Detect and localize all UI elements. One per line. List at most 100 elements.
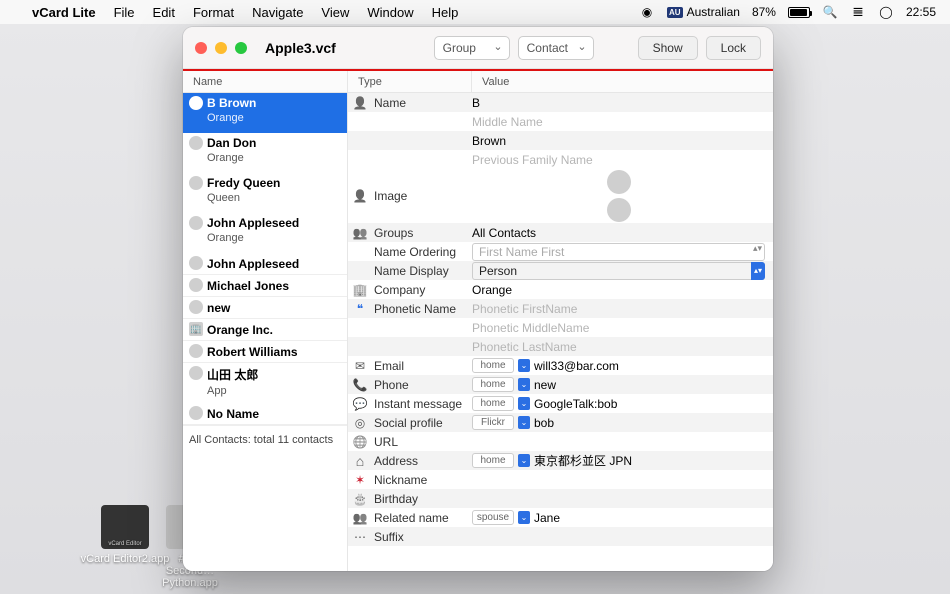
name-ordering-select[interactable]: First Name First▴▾	[472, 243, 765, 261]
value-last-name[interactable]: Brown	[472, 134, 773, 148]
close-button[interactable]	[195, 42, 207, 54]
label-suffix: Suffix	[372, 530, 472, 544]
siri-icon[interactable]: ◯	[878, 4, 894, 20]
label-social: Social profile	[372, 416, 472, 430]
row-birthday: Birthday	[348, 489, 773, 508]
menu-edit[interactable]: Edit	[153, 5, 175, 20]
name-display-select[interactable]: Person▴▾	[472, 262, 765, 280]
value-phone[interactable]: new	[534, 378, 556, 392]
value-first-name[interactable]: B	[472, 96, 773, 110]
address-tag[interactable]: home	[472, 453, 514, 468]
label-groups: Groups	[372, 226, 472, 240]
label-image: Image	[372, 189, 472, 203]
phone-icon	[348, 378, 372, 392]
input-source-label: Australian	[687, 5, 740, 19]
input-flag-icon: AU	[667, 7, 683, 18]
menu-view[interactable]: View	[321, 5, 349, 20]
dropdown-icon[interactable]: ⌄	[518, 397, 530, 410]
value-im[interactable]: GoogleTalk:bob	[534, 397, 617, 411]
people-icon	[348, 511, 372, 525]
birthday-icon	[348, 492, 372, 506]
value-phon-first[interactable]: Phonetic FirstName	[472, 302, 773, 316]
contact-row[interactable]: No Name	[183, 403, 347, 425]
label-url: URL	[372, 435, 472, 449]
titlebar: Apple3.vcf Group Contact Show Lock	[183, 27, 773, 69]
row-related: Related namespouse⌄Jane	[348, 508, 773, 527]
input-source[interactable]: AU Australian	[667, 5, 740, 19]
avatar-icon	[189, 216, 203, 230]
dropdown-icon[interactable]: ⌄	[518, 416, 530, 429]
contact-name: new	[207, 301, 230, 315]
menu-format[interactable]: Format	[193, 5, 234, 20]
clock[interactable]: 22:55	[906, 5, 936, 19]
contact-row[interactable]: Michael Jones	[183, 275, 347, 297]
dropdown-icon[interactable]: ⌄	[518, 378, 530, 391]
control-center-icon[interactable]: 𝌆	[850, 4, 866, 20]
contact-dropdown[interactable]: Contact	[518, 36, 594, 60]
phone-tag[interactable]: home	[472, 377, 514, 392]
zoom-button[interactable]	[235, 42, 247, 54]
menu-navigate[interactable]: Navigate	[252, 5, 303, 20]
contact-row[interactable]: B BrownOrange	[183, 93, 347, 133]
contact-row[interactable]: Dan DonOrange	[183, 133, 347, 173]
contact-row[interactable]: Robert Williams	[183, 341, 347, 363]
header-type[interactable]: Type	[348, 71, 472, 92]
value-image[interactable]	[472, 164, 773, 228]
header-name[interactable]: Name	[183, 71, 348, 92]
row-nickname: Nickname	[348, 470, 773, 489]
app-menu[interactable]: vCard Lite	[32, 5, 96, 20]
minimize-button[interactable]	[215, 42, 227, 54]
dropdown-icon[interactable]: ⌄	[518, 359, 530, 372]
contacts-sidebar: B BrownOrangeDan DonOrangeFredy QueenQue…	[183, 93, 348, 571]
contact-detail: Name B Middle Name Brown Previous Family…	[348, 93, 773, 571]
screen-record-icon[interactable]: ◉	[639, 4, 655, 20]
battery-icon[interactable]	[788, 7, 810, 18]
value-address[interactable]: 東京都杉並区 JPN	[534, 452, 632, 469]
value-phon-mid[interactable]: Phonetic MiddleName	[472, 321, 773, 335]
contact-row[interactable]: John AppleseedOrange	[183, 213, 347, 253]
dropdown-icon[interactable]: ⌄	[518, 454, 530, 467]
contact-name: Fredy Queen	[207, 173, 347, 190]
email-tag[interactable]: home	[472, 358, 514, 373]
value-email[interactable]: will33@bar.com	[534, 359, 619, 373]
contact-row[interactable]: 山田 太郎App	[183, 363, 347, 403]
people-icon	[348, 226, 372, 240]
contact-row[interactable]: new	[183, 297, 347, 319]
contact-row[interactable]: John Appleseed	[183, 253, 347, 275]
row-phon-last: Phonetic LastName	[348, 337, 773, 356]
avatar-icon	[189, 406, 203, 420]
contact-name: Dan Don	[207, 133, 347, 150]
group-dropdown[interactable]: Group	[434, 36, 510, 60]
menu-window[interactable]: Window	[367, 5, 413, 20]
value-related[interactable]: Jane	[534, 511, 560, 525]
im-tag[interactable]: home	[472, 396, 514, 411]
menubar: vCard Lite File Edit Format Navigate Vie…	[0, 0, 950, 24]
social-icon	[348, 416, 372, 430]
value-groups[interactable]: All Contacts	[472, 226, 773, 240]
related-tag[interactable]: spouse	[472, 510, 514, 525]
dropdown-icon[interactable]: ⌄	[518, 511, 530, 524]
contact-row[interactable]: Fredy QueenQueen	[183, 173, 347, 213]
value-phon-last[interactable]: Phonetic LastName	[472, 340, 773, 354]
show-button[interactable]: Show	[638, 36, 698, 60]
social-tag[interactable]: Flickr	[472, 415, 514, 430]
value-name-display[interactable]: Person▴▾	[472, 262, 773, 280]
menu-file[interactable]: File	[114, 5, 135, 20]
value-company[interactable]: Orange	[472, 283, 773, 297]
row-last-name: Brown	[348, 131, 773, 150]
label-name-ordering: Name Ordering	[372, 245, 472, 259]
window-title: Apple3.vcf	[265, 40, 336, 56]
spotlight-icon[interactable]: 🔍	[822, 4, 838, 20]
value-name-ordering[interactable]: First Name First▴▾	[472, 243, 773, 261]
lock-button[interactable]: Lock	[706, 36, 761, 60]
contact-row[interactable]: 🏢Orange Inc.	[183, 319, 347, 341]
value-social[interactable]: bob	[534, 416, 554, 430]
menubar-left: vCard Lite File Edit Format Navigate Vie…	[14, 5, 458, 20]
value-middle-name[interactable]: Middle Name	[472, 115, 773, 129]
building-icon	[348, 283, 372, 297]
contacts-count: All Contacts: total 11 contacts	[183, 425, 347, 454]
header-value[interactable]: Value	[472, 71, 773, 92]
menu-help[interactable]: Help	[432, 5, 459, 20]
label-email: Email	[372, 359, 472, 373]
label-nickname: Nickname	[372, 473, 472, 487]
